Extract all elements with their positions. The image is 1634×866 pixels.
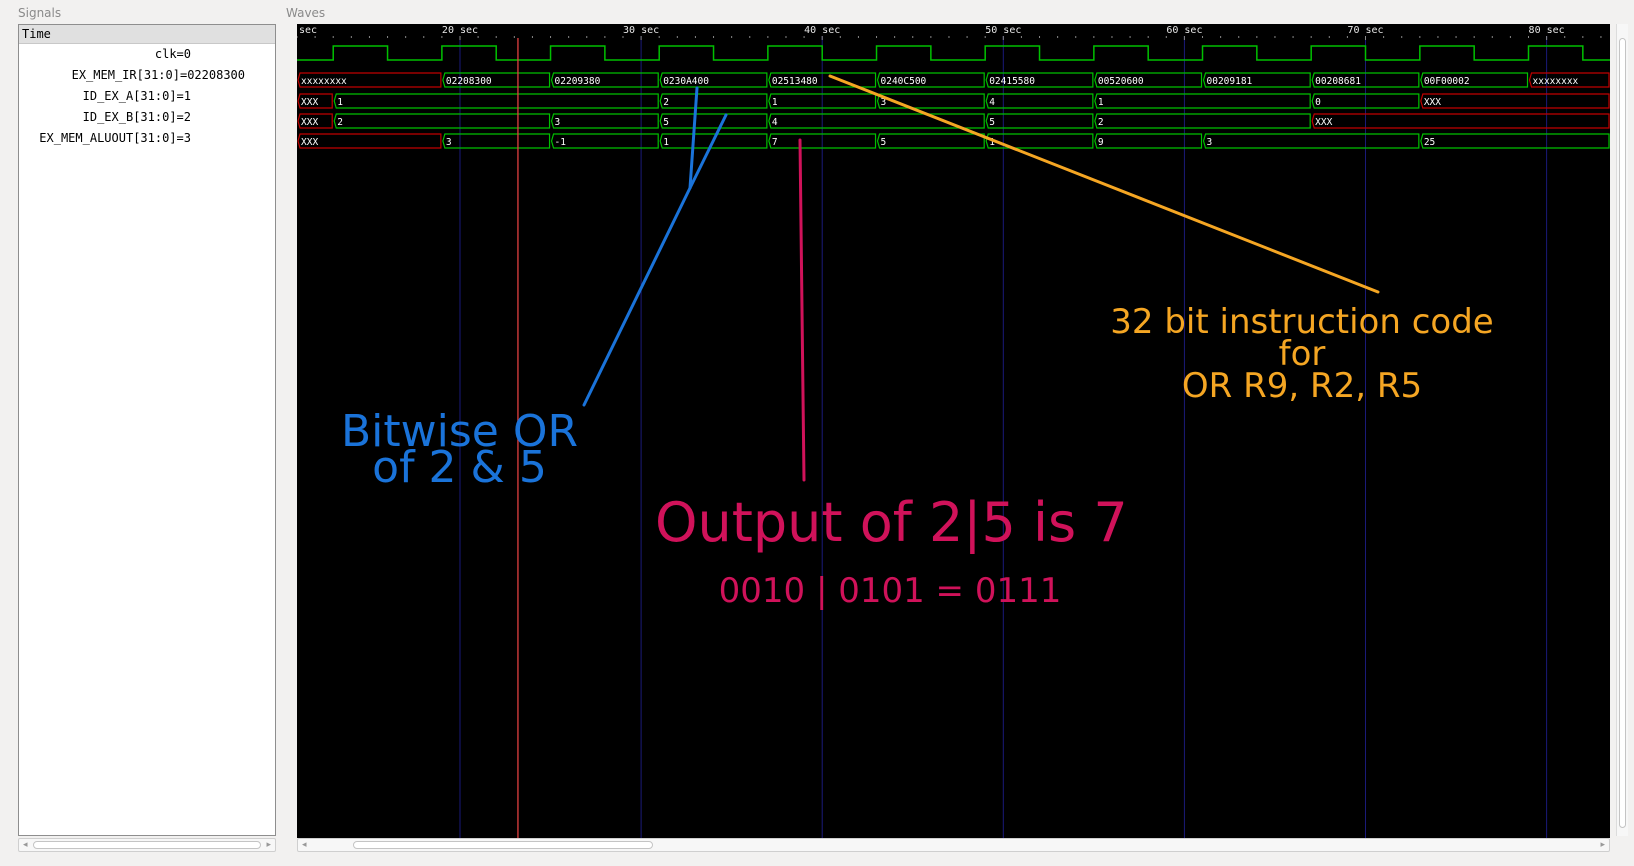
waves-vertical-scroll-thumb[interactable] bbox=[1619, 38, 1626, 828]
id-ex-a-segment-label: 1 bbox=[337, 97, 343, 108]
id-ex-a-segment-label: 4 bbox=[989, 97, 995, 108]
bitwise-annotation-pointer bbox=[582, 186, 692, 407]
ex-mem-aluout-segment-label: XXX bbox=[301, 137, 318, 148]
ex-mem-ir-segment-label: xxxxxxxx bbox=[301, 76, 347, 87]
signals-scroll-thumb[interactable] bbox=[33, 841, 261, 849]
scroll-left-arrow-icon[interactable]: ◂ bbox=[23, 839, 28, 851]
ex-mem-ir-segment-label: 0230A400 bbox=[663, 76, 709, 87]
signal-row-ex-mem-ir[interactable]: EX_MEM_IR[31:0]=02208300 bbox=[19, 65, 275, 86]
ex-mem-aluout-segment bbox=[1202, 133, 1420, 149]
id-ex-b-segment-label: 2 bbox=[1098, 117, 1104, 128]
ex-mem-aluout-segment bbox=[442, 133, 551, 149]
ex-mem-ir-segment-label: 02208300 bbox=[446, 76, 492, 87]
id-ex-b-segment bbox=[985, 113, 1094, 129]
id-ex-b-segment bbox=[333, 113, 551, 129]
time-tick-label: 30 sec bbox=[623, 25, 659, 36]
id-ex-a-segment-label: 1 bbox=[772, 97, 778, 108]
time-signal-row[interactable]: Time bbox=[19, 25, 275, 44]
time-tick-label: 20 sec bbox=[442, 25, 478, 36]
time-tick-label: 70 sec bbox=[1347, 25, 1383, 36]
waves-horizontal-scrollbar[interactable]: ◂ ▸ bbox=[297, 838, 1610, 852]
id-ex-b-segment-label: 5 bbox=[989, 117, 995, 128]
ex-mem-aluout-segment-label: 3 bbox=[1207, 137, 1213, 148]
ex-mem-ir-segment-label: 02415580 bbox=[989, 76, 1035, 87]
ex-mem-aluout-segment-label: 5 bbox=[881, 137, 887, 148]
ex-mem-ir-segment-label: 00520600 bbox=[1098, 76, 1144, 87]
ex-mem-aluout-segment-label: 3 bbox=[446, 137, 452, 148]
ex-mem-ir-segment-label: 0240C500 bbox=[881, 76, 927, 87]
ex-mem-aluout-segment bbox=[297, 133, 442, 149]
id-ex-a-segment bbox=[659, 93, 768, 109]
waveform-graph[interactable]: sec 20 sec 30 sec 40 sec 50 sec 60 sec 70 sec 8… bbox=[297, 24, 1610, 838]
id-ex-b-segment bbox=[659, 113, 768, 129]
id-ex-a-segment-label: 2 bbox=[663, 97, 669, 108]
signals-pane-title: Signals bbox=[18, 6, 62, 20]
waves-vertical-scrollbar[interactable] bbox=[1616, 24, 1628, 836]
signals-horizontal-scrollbar[interactable]: ◂ ▸ bbox=[18, 838, 276, 852]
id-ex-b-segment-label: 4 bbox=[772, 117, 778, 128]
ex-mem-ir-segment-label: 00208681 bbox=[1315, 76, 1361, 87]
ex-mem-ir-segment-label: 00209181 bbox=[1207, 76, 1253, 87]
signal-row-clk[interactable]: clk=0 bbox=[19, 44, 275, 65]
signal-row-ex-mem-aluout[interactable]: EX_MEM_ALUOUT[31:0]=3 bbox=[19, 128, 275, 149]
id-ex-b-segment bbox=[550, 113, 659, 129]
id-ex-a-segment-label: XXX bbox=[301, 97, 318, 108]
id-ex-b-segment-label: 5 bbox=[663, 117, 669, 128]
ex-mem-ir-segment-label: 02209380 bbox=[555, 76, 601, 87]
ex-mem-aluout-segment bbox=[1094, 133, 1203, 149]
time-tick-label: 40 sec bbox=[804, 25, 840, 36]
ex-mem-ir-segment-label: xxxxxxxx bbox=[1533, 76, 1579, 87]
id-ex-b-segment bbox=[1311, 113, 1610, 129]
id-ex-a-segment bbox=[1420, 93, 1610, 109]
ex-mem-aluout-segment bbox=[985, 133, 1094, 149]
signal-row-id-ex-b[interactable]: ID_EX_B[31:0]=2 bbox=[19, 107, 275, 128]
id-ex-a-segment bbox=[333, 93, 659, 109]
ex-mem-aluout-segment-label: 25 bbox=[1424, 137, 1435, 148]
id-ex-a-segment-label: XXX bbox=[1424, 97, 1441, 108]
id-ex-b-segment-label: XXX bbox=[301, 117, 318, 128]
time-unit-label: sec bbox=[299, 25, 317, 36]
ex-mem-aluout-segment-label: 1 bbox=[663, 137, 669, 148]
ex-mem-aluout-segment bbox=[876, 133, 985, 149]
id-ex-b-segment-label: 2 bbox=[337, 117, 343, 128]
ex-mem-aluout-segment-label: 9 bbox=[1098, 137, 1104, 148]
time-tick-label: 50 sec bbox=[985, 25, 1021, 36]
ex-mem-aluout-segment bbox=[1420, 133, 1610, 149]
id-ex-b-segment bbox=[1094, 113, 1311, 129]
output-annotation-pointer bbox=[798, 138, 806, 482]
ex-mem-aluout-segment bbox=[550, 133, 659, 149]
clk-waveform bbox=[297, 45, 1610, 61]
id-ex-a-segment bbox=[1094, 93, 1311, 109]
id-ex-a-segment-label: 1 bbox=[1098, 97, 1104, 108]
id-ex-b-segment bbox=[768, 113, 985, 129]
waves-pane-title: Waves bbox=[286, 6, 326, 20]
waves-scroll-left-arrow-icon[interactable]: ◂ bbox=[302, 839, 307, 851]
signal-row-id-ex-a[interactable]: ID_EX_A[31:0]=1 bbox=[19, 86, 275, 107]
ex-mem-aluout-segment-label: -1 bbox=[555, 137, 567, 148]
id-ex-b-segment-label: XXX bbox=[1315, 117, 1332, 128]
waves-canvas[interactable]: sec 20 sec 30 sec 40 sec 50 sec 60 sec 70 sec 8… bbox=[297, 24, 1610, 838]
waves-scroll-thumb[interactable] bbox=[353, 841, 653, 849]
time-tick-label: 80 sec bbox=[1529, 25, 1565, 36]
ex-mem-aluout-segment-label: 7 bbox=[772, 137, 778, 148]
ex-mem-ir-segment-label: 00F00002 bbox=[1424, 76, 1470, 87]
id-ex-a-segment-label: 0 bbox=[1315, 97, 1321, 108]
ex-mem-ir-segment-label: 02513480 bbox=[772, 76, 818, 87]
signals-list[interactable]: Time clk=0 EX_MEM_IR[31:0]=02208300 ID_E… bbox=[18, 24, 276, 836]
id-ex-b-segment-label: 3 bbox=[555, 117, 561, 128]
id-ex-a-segment bbox=[985, 93, 1094, 109]
scroll-right-arrow-icon[interactable]: ▸ bbox=[266, 839, 271, 851]
time-tick-label: 60 sec bbox=[1166, 25, 1202, 36]
waves-scroll-right-arrow-icon[interactable]: ▸ bbox=[1600, 839, 1605, 851]
